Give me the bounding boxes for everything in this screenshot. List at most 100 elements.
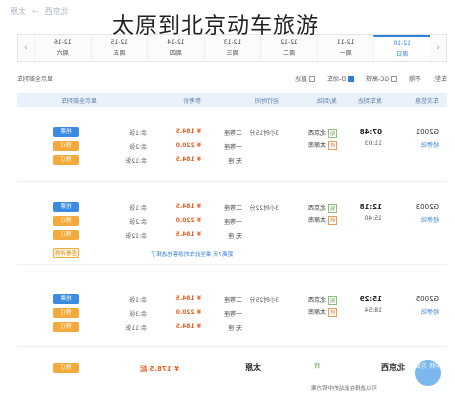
col-duration[interactable]: 运行时间 [255,96,279,105]
book-button[interactable]: 预订 [53,308,79,318]
summary-book-button[interactable]: 预订 [53,363,79,373]
seat-class: 二等座 [223,297,242,304]
seat-price: ¥ 184.5 [175,323,201,330]
summary-transfer-tag: 转 [287,361,347,373]
from-station: 始北京西 [307,129,337,138]
checkbox-icon[interactable] [309,76,316,82]
date-next-arrow-icon[interactable]: › [18,35,34,61]
filter-right-link[interactable]: 显示全部列车 [17,74,53,83]
book-button[interactable]: 预订 [53,230,79,240]
date-tab-0[interactable]: 12-10 周日 [373,35,430,61]
book-button[interactable]: 预订 [53,141,79,151]
train-stop-link[interactable]: 经停站 [421,215,439,224]
date-tab-date: 12-15 [110,39,129,46]
date-tab-6[interactable]: 12-16 周六 [33,35,91,61]
filter-gc-option[interactable]: GC-高铁 [366,74,397,83]
seat-price: ¥ 220.0 [175,309,201,316]
arr-time: 15:40 [364,215,382,222]
duration: 3小时15分 [249,130,279,137]
mirrored-screenshot: 北京西 → 太原 ‹ 12-10 周日 12-11 周一 12-12 周二 12… [0,0,455,400]
date-tab-day: 周一 [339,50,352,57]
grab-ticket-button[interactable]: 抢票 [53,202,79,212]
filter-type-value[interactable]: 不限 [409,74,421,83]
seat-price: ¥ 184.5 [175,203,201,210]
seat-class: 无 座 [228,325,242,332]
seat-price: ¥ 184.5 [175,231,201,238]
seat-price: ¥ 184.5 [175,295,201,302]
duration: 3小时25分 [249,297,279,304]
train-stop-link[interactable]: 经停站 [421,307,439,316]
seat-avail: 余:12张 [125,233,147,240]
train-number[interactable]: G2001 [416,128,439,136]
recommend-note[interactable]: 距离7天 乘坐此车的游客也选择了 [151,250,233,258]
date-tab-date: 12-14 [167,39,185,46]
seat-avail: 余:1张 [129,130,147,137]
train-number[interactable]: G2005 [416,295,439,303]
overlay-title: 太原到北京动车旅游 [112,14,320,39]
train-row: G2005 经停站 15:29 18:54 始北京西 终太原南 3小时25分 二… [17,287,447,347]
col-action[interactable]: 显示全部列车 [61,96,97,105]
checkbox-icon[interactable] [390,76,397,82]
transfer-summary: 北京西 转 太原 ¥ 178.5 起 预订 可以选择在此站的中转方案 中转 方案 [17,352,447,398]
date-tab-date: 12-16 [54,39,72,46]
route-from: 北京西 [44,7,69,16]
grab-ticket-button[interactable]: 抢票 [53,294,79,304]
col-seat[interactable]: 参考价 [183,96,201,105]
duration: 3小时22分 [249,205,279,212]
to-station: 终太原南 [307,141,337,150]
from-station: 始北京西 [307,204,337,213]
date-tab-day: 周二 [283,50,296,57]
end-tag-icon: 终 [327,216,337,225]
route-to: 太原 [10,7,26,16]
dep-time: 12:18 [359,203,382,211]
from-station: 始北京西 [307,296,337,305]
col-dep-arr[interactable]: 发车到达 [358,96,382,105]
seat-price: ¥ 184.5 [175,128,201,135]
train-row: G2003 经停站 12:18 15:40 始北京西 终太原南 3小时22分 二… [17,195,447,265]
transfer-badge-icon: 中转 方案 [415,360,441,386]
train-number[interactable]: G2003 [416,203,439,211]
start-tag-icon: 始 [327,204,337,213]
date-tab-day: 周三 [226,50,239,57]
col-station[interactable]: 发/到站 [317,96,337,105]
summary-price: ¥ 178.5 起 [140,365,179,373]
seat-avail: 余:1张 [129,297,147,304]
start-tag-icon: 始 [327,296,337,305]
seat-avail: 余:1张 [129,205,147,212]
details-button[interactable]: 查看详情 [53,248,79,258]
seat-class: 一等座 [223,311,242,318]
summary-to: 太原 [245,363,261,372]
book-button[interactable]: 预订 [53,216,79,226]
date-tab-day: 周五 [113,50,126,57]
arr-time: 18:54 [364,307,382,314]
seat-price: ¥ 220.0 [175,142,201,149]
seat-price: ¥ 184.5 [175,156,201,163]
grab-ticket-button[interactable]: 抢票 [53,127,79,137]
date-tab-date: 12-11 [336,39,355,46]
date-tab-1[interactable]: 12-11 周一 [316,35,374,61]
train-stop-link[interactable]: 经停站 [421,140,439,149]
checkbox-checked-icon[interactable] [347,76,354,82]
book-button[interactable]: 预订 [53,322,79,332]
train-row: G2001 经停站 07:48 11:03 始北京西 终太原南 3小时15分 二… [17,120,447,182]
summary-from: 北京西 [381,363,405,372]
filter-bar: 车型: 不限 GC-高铁 D-动车 直达 显示全部列车 [17,70,447,86]
date-tab-date: 12-10 [393,40,411,47]
arr-time: 11:03 [364,140,382,147]
seat-class: 一等座 [223,219,242,226]
filter-direct-option[interactable]: 直达 [295,74,316,83]
seat-avail: 余:3张 [129,311,147,318]
seat-class: 无 座 [228,233,242,240]
route-arrow-icon: → [32,7,39,16]
seat-price: ¥ 220.0 [175,217,201,224]
book-button[interactable]: 预订 [53,155,79,165]
route-header: 北京西 → 太原 [10,6,69,17]
col-train[interactable]: 车次信息 [415,96,439,105]
seat-class: 二等座 [223,130,242,137]
date-prev-arrow-icon[interactable]: ‹ [430,35,446,61]
dep-time: 15:29 [359,295,382,303]
dep-time: 07:48 [359,128,382,136]
seat-avail: 余:2张 [129,144,147,151]
filter-d-option[interactable]: D-动车 [327,74,354,83]
seat-class: 一等座 [223,144,242,151]
